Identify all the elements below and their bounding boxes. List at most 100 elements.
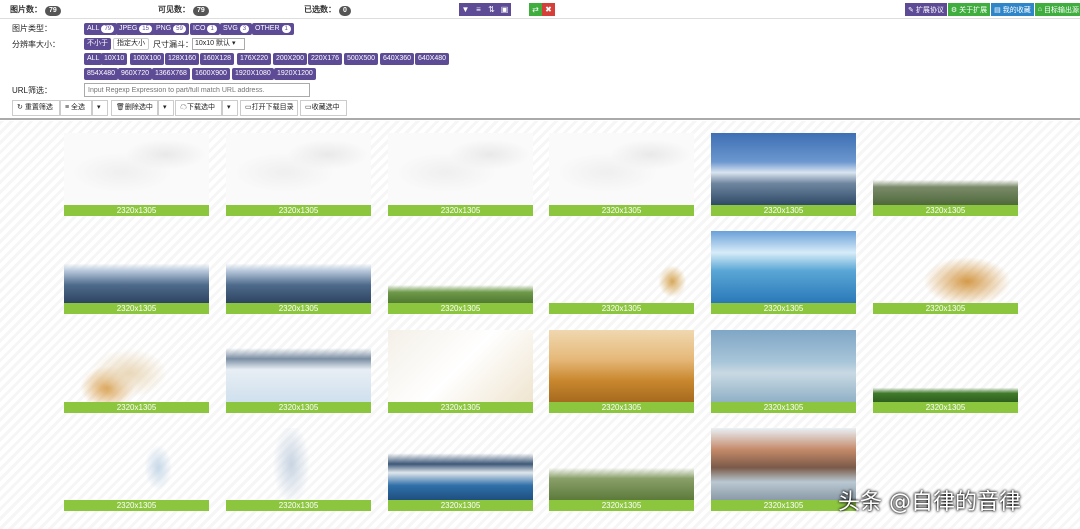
delete-dropdown-toggle[interactable]: ▾: [158, 100, 174, 116]
image-thumbnail[interactable]: [873, 330, 1018, 402]
image-thumbnail[interactable]: [711, 330, 856, 402]
output-button[interactable]: ⌂ 目标输出源: [1034, 3, 1080, 16]
res-filter-960x720[interactable]: 960X720: [118, 68, 153, 80]
res-mode-min-button[interactable]: 不小于: [84, 38, 111, 50]
list-icon[interactable]: ≡: [472, 3, 485, 16]
image-card[interactable]: 2320x1305: [226, 231, 371, 314]
image-card[interactable]: 2320x1305: [226, 133, 371, 216]
image-card[interactable]: 2320x1305: [549, 133, 694, 216]
image-card[interactable]: 2320x1305: [226, 330, 371, 413]
type-filter-other[interactable]: OTHER 1: [252, 23, 294, 35]
image-thumbnail[interactable]: [549, 133, 694, 205]
type-filter-png[interactable]: PNG 59: [153, 23, 189, 35]
about-button[interactable]: ⚙ 关于扩展: [947, 3, 991, 16]
image-thumbnail[interactable]: [711, 428, 856, 500]
res-filter-128x160[interactable]: 128X160: [165, 53, 200, 65]
close-icon[interactable]: ✖: [542, 3, 555, 16]
image-size-caption: 2320x1305: [711, 500, 856, 511]
protocol-button[interactable]: ✎ 扩展协议: [905, 3, 947, 16]
res-filter-1920x1200[interactable]: 1920X1200: [274, 68, 316, 80]
swap-icon[interactable]: ⇄: [529, 3, 542, 16]
image-thumbnail[interactable]: [64, 330, 209, 402]
url-filter-input[interactable]: [84, 83, 310, 97]
res-filter-220x176[interactable]: 220X176: [308, 53, 343, 65]
select-icon[interactable]: ▣: [498, 3, 511, 16]
select-dropdown-toggle[interactable]: ▾: [92, 100, 108, 116]
image-thumbnail[interactable]: [388, 330, 533, 402]
image-card[interactable]: 2320x1305: [711, 231, 856, 314]
type-filter-ico[interactable]: ICO 1: [190, 23, 220, 35]
select-all-button[interactable]: ≡ 全选: [60, 100, 92, 116]
res-filter-10x10[interactable]: 10X10: [101, 53, 128, 65]
image-card[interactable]: 2320x1305: [873, 133, 1018, 216]
image-card[interactable]: 2320x1305: [711, 133, 856, 216]
res-filter-100x100[interactable]: 100X100: [130, 53, 165, 65]
image-card[interactable]: 2320x1305: [549, 428, 694, 511]
image-thumbnail[interactable]: [388, 428, 533, 500]
res-filter-640x480[interactable]: 640X480: [415, 53, 450, 65]
image-card[interactable]: 2320x1305: [388, 330, 533, 413]
image-card[interactable]: 2320x1305: [64, 231, 209, 314]
selected-count-stat: 已选数： 0: [304, 4, 351, 16]
favorites-button[interactable]: ▤ 我的收藏: [991, 3, 1034, 16]
image-card[interactable]: 2320x1305: [549, 330, 694, 413]
image-thumbnail[interactable]: [226, 133, 371, 205]
filter-icon[interactable]: ▼: [459, 3, 472, 16]
res-filter-1920x1080[interactable]: 1920X1080: [232, 68, 274, 80]
image-thumbnail[interactable]: [549, 330, 694, 402]
res-filter-1366x768[interactable]: 1366X768: [152, 68, 190, 80]
type-filter-all[interactable]: ALL 79: [84, 23, 118, 35]
image-thumbnail[interactable]: [873, 231, 1018, 303]
reset-filter-button[interactable]: ↻ 重置筛选: [12, 100, 60, 116]
res-filter-200x200[interactable]: 200X200: [273, 53, 308, 65]
image-thumbnail[interactable]: [549, 428, 694, 500]
res-filter-854x480[interactable]: 854X480: [84, 68, 119, 80]
res-filter-160x128[interactable]: 160X128: [200, 53, 235, 65]
image-card[interactable]: 2320x1305: [226, 428, 371, 511]
image-card[interactable]: 2320x1305: [711, 428, 856, 511]
image-thumbnail[interactable]: [388, 231, 533, 303]
image-size-caption: 2320x1305: [64, 205, 209, 216]
size-funnel-select[interactable]: 10x10 默认 ▾: [192, 38, 245, 50]
image-size-caption: 2320x1305: [226, 303, 371, 314]
image-thumbnail[interactable]: [64, 428, 209, 500]
image-thumbnail[interactable]: [549, 231, 694, 303]
image-size-caption: 2320x1305: [711, 205, 856, 216]
image-size-caption: 2320x1305: [388, 402, 533, 413]
image-card[interactable]: 2320x1305: [388, 428, 533, 511]
image-thumbnail[interactable]: [64, 133, 209, 205]
image-thumbnail[interactable]: [64, 231, 209, 303]
type-filter-svg[interactable]: SVG 3: [220, 23, 253, 35]
image-card[interactable]: 2320x1305: [388, 133, 533, 216]
image-card[interactable]: 2320x1305: [873, 231, 1018, 314]
res-filter-500x500[interactable]: 500X500: [344, 53, 379, 65]
res-mode-custom-button[interactable]: 指定大小: [113, 38, 149, 50]
download-dropdown-toggle[interactable]: ▾: [222, 100, 238, 116]
res-filter-640x360[interactable]: 640X360: [380, 53, 415, 65]
image-card[interactable]: 2320x1305: [549, 231, 694, 314]
download-selected-button[interactable]: ☁下载选中: [175, 100, 222, 116]
image-card[interactable]: 2320x1305: [64, 133, 209, 216]
image-card[interactable]: 2320x1305: [873, 330, 1018, 413]
image-card[interactable]: 2320x1305: [64, 330, 209, 413]
image-size-caption: 2320x1305: [226, 205, 371, 216]
type-filter-jpeg[interactable]: JPEG 15: [116, 23, 155, 35]
image-size-caption: 2320x1305: [711, 402, 856, 413]
image-thumbnail[interactable]: [226, 428, 371, 500]
image-card[interactable]: 2320x1305: [64, 428, 209, 511]
open-download-dir-button[interactable]: ▭打开下载目录: [240, 100, 298, 116]
image-thumbnail[interactable]: [711, 133, 856, 205]
image-thumbnail[interactable]: [226, 330, 371, 402]
res-filter-1600x900[interactable]: 1600X900: [192, 68, 230, 80]
image-thumbnail[interactable]: [873, 133, 1018, 205]
sort-icon[interactable]: ⇅: [485, 3, 498, 16]
image-thumbnail[interactable]: [388, 133, 533, 205]
image-card[interactable]: 2320x1305: [388, 231, 533, 314]
res-filter-176x220[interactable]: 176X220: [237, 53, 272, 65]
image-thumbnail[interactable]: [226, 231, 371, 303]
collect-selected-button[interactable]: ▭收藏选中: [300, 100, 347, 116]
image-thumbnail[interactable]: [711, 231, 856, 303]
image-card[interactable]: 2320x1305: [711, 330, 856, 413]
res-filter-all[interactable]: ALL: [84, 53, 103, 65]
delete-selected-button[interactable]: 🗑删除选中: [111, 100, 158, 116]
